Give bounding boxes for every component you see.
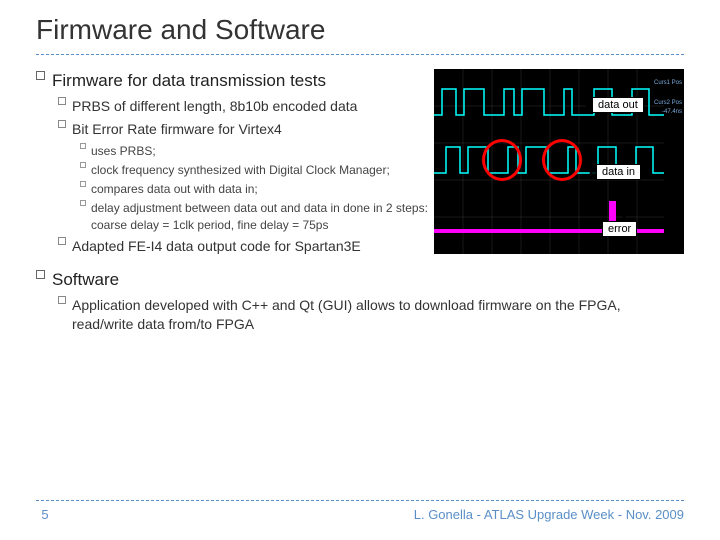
subitem: clock frequency synthesized with Digital…: [80, 162, 434, 178]
subitem-text: clock frequency synthesized with Digital…: [91, 162, 434, 178]
scope-side-readout: Curs1 Pos Curs2 Pos -47.4ns: [654, 79, 682, 116]
item-text: Bit Error Rate firmware for Virtex4: [72, 120, 434, 139]
scope-readout-line: Curs1 Pos: [654, 79, 682, 87]
section-heading: Software: [52, 270, 434, 290]
subitem: uses PRBS;: [80, 143, 434, 159]
highlight-circle: [482, 139, 522, 181]
bullet-square-icon: [80, 200, 86, 206]
bullet-square-icon: [36, 270, 45, 279]
bullet-square-icon: [80, 143, 86, 149]
subitem-text: compares data out with data in;: [91, 181, 434, 197]
page-number: 5: [36, 507, 54, 522]
content-area: Firmware for data transmission tests PRB…: [0, 65, 720, 337]
item-text: PRBS of different length, 8b10b encoded …: [72, 97, 434, 116]
label-data-out: data out: [592, 97, 644, 113]
bullet-square-icon: [80, 181, 86, 187]
subitem-text: uses PRBS;: [91, 143, 434, 159]
bullet-square-icon: [58, 97, 66, 105]
scope-readout-line: -47.4ns: [654, 108, 682, 116]
footer-text: L. Gonella - ATLAS Upgrade Week - Nov. 2…: [414, 507, 684, 522]
subitem: compares data out with data in;: [80, 181, 434, 197]
title-divider: [36, 54, 684, 55]
bullet-square-icon: [58, 296, 66, 304]
label-error: error: [602, 221, 637, 237]
section-software: Software: [36, 270, 434, 290]
scope-readout-line: Curs2 Pos: [654, 99, 682, 107]
item-text: Adapted FE-I4 data output code for Spart…: [72, 237, 434, 256]
bullet-square-icon: [58, 237, 66, 245]
oscilloscope-screenshot: Curs1 Pos Curs2 Pos -47.4ns data out dat…: [434, 69, 684, 254]
bullet-square-icon: [36, 71, 45, 80]
highlight-circle: [542, 139, 582, 181]
section-heading: Firmware for data transmission tests: [52, 71, 434, 91]
slide-title: Firmware and Software: [0, 0, 720, 54]
footer-divider: [36, 500, 684, 501]
bullet-square-icon: [80, 162, 86, 168]
figure-column: Curs1 Pos Curs2 Pos -47.4ns data out dat…: [434, 65, 684, 337]
item-ber: Bit Error Rate firmware for Virtex4: [58, 120, 434, 139]
bullet-square-icon: [58, 120, 66, 128]
item-fei4: Adapted FE-I4 data output code for Spart…: [58, 237, 434, 256]
text-column: Firmware for data transmission tests PRB…: [36, 65, 434, 337]
label-data-in: data in: [596, 164, 641, 180]
section-firmware: Firmware for data transmission tests: [36, 71, 434, 91]
subitem: delay adjustment between data out and da…: [80, 200, 434, 232]
subitem-text: delay adjustment between data out and da…: [91, 200, 434, 232]
footer: 5 L. Gonella - ATLAS Upgrade Week - Nov.…: [36, 500, 684, 522]
item-prbs: PRBS of different length, 8b10b encoded …: [58, 97, 434, 116]
